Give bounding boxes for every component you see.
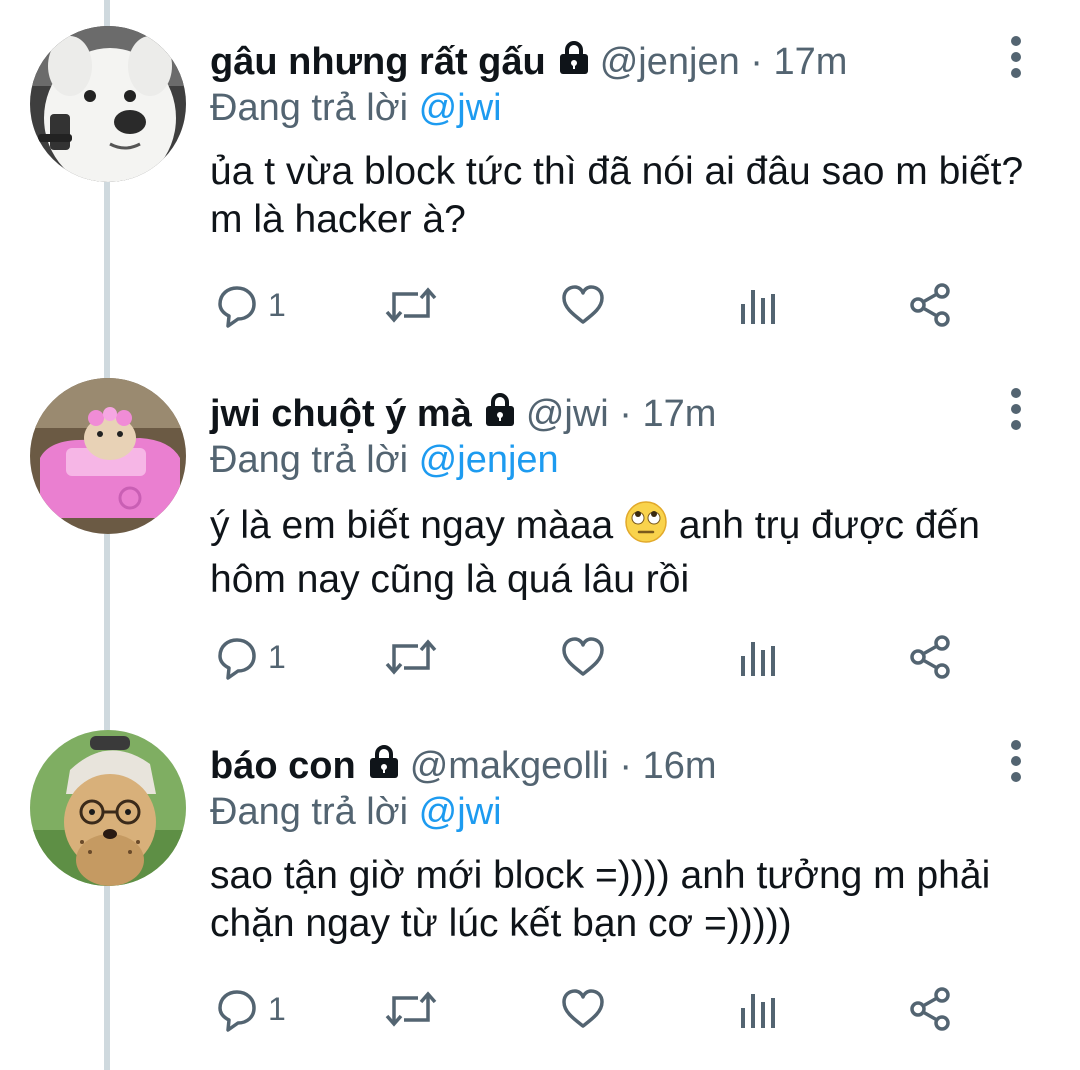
analytics-button[interactable] bbox=[738, 282, 778, 328]
retweet-button[interactable] bbox=[384, 634, 438, 680]
analytics-button[interactable] bbox=[738, 986, 778, 1032]
analytics-icon bbox=[741, 642, 775, 676]
avatar[interactable] bbox=[30, 378, 186, 534]
tweet-actions: 1 bbox=[210, 986, 970, 1032]
reply-mention[interactable]: @jwi bbox=[419, 791, 502, 833]
retweet-icon bbox=[385, 991, 437, 1027]
reply-icon bbox=[218, 990, 256, 1032]
analytics-icon bbox=[741, 994, 775, 1028]
heart-icon bbox=[562, 637, 604, 676]
reply-mention[interactable]: @jenjen bbox=[419, 439, 559, 481]
replying-to: Đang trả lời @jwi bbox=[210, 86, 502, 130]
avatar[interactable] bbox=[30, 730, 186, 886]
user-handle[interactable]: @jenjen bbox=[600, 41, 740, 83]
replying-prefix: Đang trả lời bbox=[210, 87, 409, 129]
user-handle[interactable]: @jwi bbox=[526, 393, 609, 435]
tweet-text: ý là em biết ngay màaa anh trụ được đến … bbox=[210, 500, 1050, 604]
tweet-actions: 1 bbox=[210, 634, 970, 680]
replying-to: Đang trả lời @jenjen bbox=[210, 438, 559, 482]
reply-count: 1 bbox=[268, 990, 286, 1027]
display-name[interactable]: gâu nhưng rất gấu bbox=[210, 41, 546, 83]
analytics-button[interactable] bbox=[738, 634, 778, 680]
share-button[interactable] bbox=[908, 282, 954, 328]
timestamp[interactable]: 17m bbox=[643, 393, 717, 435]
separator-dot: · bbox=[750, 41, 763, 83]
separator-dot: · bbox=[619, 393, 632, 435]
tweet-header: báo con @makgeolli · 16m bbox=[210, 744, 716, 790]
tweet-text-body: sao tận giờ mới block =)))) anh tưởng m … bbox=[210, 854, 991, 945]
timestamp[interactable]: 17m bbox=[774, 41, 848, 83]
tweet-actions: 1 bbox=[210, 282, 970, 328]
tweet-text-body: ủa t vừa block tức thì đã nói ai đâu sao… bbox=[210, 150, 1024, 241]
tweet[interactable]: gâu nhưng rất gấu @jenjen · 17m Đang trả … bbox=[0, 0, 1080, 350]
reply-count: 1 bbox=[268, 638, 286, 675]
retweet-button[interactable] bbox=[384, 986, 438, 1032]
timestamp[interactable]: 16m bbox=[643, 745, 717, 787]
samoyed-dog-avatar bbox=[30, 26, 186, 182]
display-name[interactable]: jwi chuột ý mà bbox=[210, 393, 472, 435]
reply-button[interactable]: 1 bbox=[214, 986, 286, 1032]
reply-button[interactable]: 1 bbox=[214, 282, 286, 328]
share-icon bbox=[910, 635, 950, 679]
lock-icon bbox=[366, 744, 402, 790]
replying-prefix: Đang trả lời bbox=[210, 439, 409, 481]
tweet[interactable]: báo con @makgeolli · 16m Đang trả lời @jw… bbox=[0, 704, 1080, 1054]
heart-icon bbox=[562, 285, 604, 324]
retweet-icon bbox=[385, 287, 437, 323]
more-vertical-icon[interactable] bbox=[1004, 388, 1028, 430]
reply-icon bbox=[218, 638, 256, 680]
reply-icon bbox=[218, 286, 256, 328]
more-vertical-icon[interactable] bbox=[1004, 36, 1028, 78]
share-icon bbox=[910, 987, 950, 1031]
reply-count: 1 bbox=[268, 286, 286, 323]
like-button[interactable] bbox=[560, 634, 606, 680]
avatar[interactable] bbox=[30, 26, 186, 182]
tweet-text: sao tận giờ mới block =)))) anh tưởng m … bbox=[210, 852, 1050, 948]
eye-roll-emoji bbox=[624, 500, 668, 556]
heart-icon bbox=[562, 989, 604, 1028]
more-vertical-icon[interactable] bbox=[1004, 740, 1028, 782]
analytics-icon bbox=[741, 290, 775, 324]
share-button[interactable] bbox=[908, 634, 954, 680]
tweet[interactable]: jwi chuột ý mà @jwi · 17m Đang trả lời @j… bbox=[0, 352, 1080, 702]
retweet-icon bbox=[385, 639, 437, 675]
like-button[interactable] bbox=[560, 282, 606, 328]
lock-icon bbox=[482, 392, 518, 438]
lock-icon bbox=[556, 40, 592, 86]
share-icon bbox=[910, 283, 950, 327]
tweet-text-body: ý là em biết ngay màaa bbox=[210, 504, 614, 547]
tweet-header: jwi chuột ý mà @jwi · 17m bbox=[210, 392, 716, 438]
replying-prefix: Đang trả lời bbox=[210, 791, 409, 833]
reply-button[interactable]: 1 bbox=[214, 634, 286, 680]
user-handle[interactable]: @makgeolli bbox=[410, 745, 609, 787]
display-name[interactable]: báo con bbox=[210, 745, 356, 787]
cheetah-cub-cap-avatar bbox=[30, 730, 186, 886]
tweet-text: ủa t vừa block tức thì đã nói ai đâu sao… bbox=[210, 148, 1050, 244]
separator-dot: · bbox=[619, 745, 632, 787]
replying-to: Đang trả lời @jwi bbox=[210, 790, 502, 834]
share-button[interactable] bbox=[908, 986, 954, 1032]
retweet-button[interactable] bbox=[384, 282, 438, 328]
hamster-pink-car-avatar bbox=[30, 378, 186, 534]
tweet-header: gâu nhưng rất gấu @jenjen · 17m bbox=[210, 40, 847, 86]
like-button[interactable] bbox=[560, 986, 606, 1032]
reply-mention[interactable]: @jwi bbox=[419, 87, 502, 129]
